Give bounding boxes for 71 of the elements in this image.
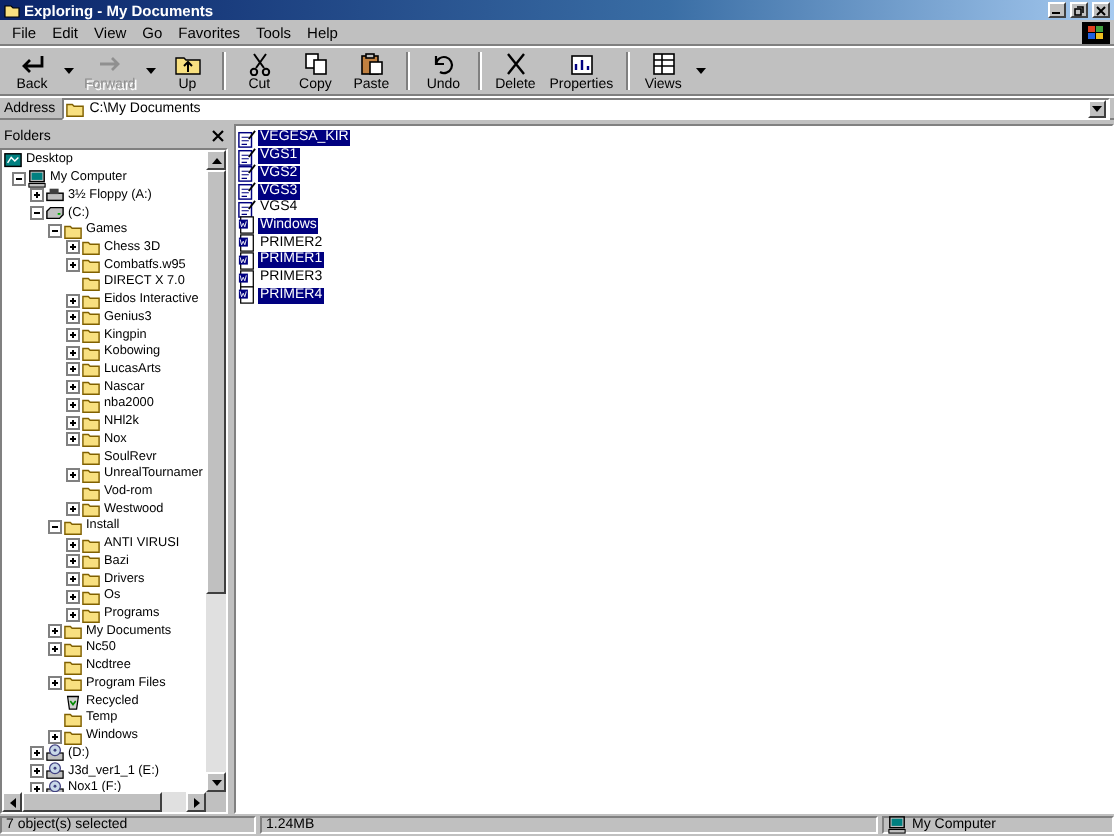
scroll-up-button[interactable] [206,150,226,170]
scrollbar-corner [206,792,226,812]
caret-icon [1092,105,1102,111]
copy-icon [301,52,330,76]
expand-icon[interactable] [66,467,80,482]
collapse-icon[interactable] [48,519,62,534]
expand-icon[interactable] [66,293,80,308]
expand-icon[interactable] [66,310,80,325]
computer-icon [28,169,46,188]
close-button[interactable] [1092,2,1110,18]
expand-icon[interactable] [30,746,44,761]
expand-icon[interactable] [66,397,80,412]
minimize-icon [1052,6,1062,14]
scroll-left-button[interactable] [2,792,22,812]
expand-icon[interactable] [66,345,80,360]
collapse-icon[interactable] [12,171,26,186]
minimize-button[interactable] [1048,2,1066,18]
delete-x-icon [501,52,530,76]
undo-arrow-icon [429,52,458,76]
clipboard-icon [357,52,386,76]
collapse-icon[interactable] [30,206,44,221]
cd-drive-icon [46,744,64,763]
expand-icon[interactable] [66,502,80,517]
expand-icon[interactable] [66,362,80,377]
scissors-icon [245,52,274,76]
back-arrow-icon [18,52,46,76]
expand-icon[interactable] [66,607,80,622]
windows-logo [1082,21,1110,43]
folder-up-icon [173,52,202,76]
right-arrow-icon [193,797,199,807]
close-icon[interactable] [212,130,224,142]
folder-icon [4,3,20,17]
horizontal-scrollbar[interactable] [2,792,206,812]
expand-icon[interactable] [66,589,80,604]
expand-icon[interactable] [66,554,80,569]
scroll-thumb[interactable] [206,170,226,594]
restore-icon [1074,5,1084,15]
properties-icon [567,52,596,76]
dropdown-caret-icon[interactable] [695,68,706,74]
restore-button[interactable] [1070,2,1088,18]
hard-drive-icon [46,204,64,223]
dropdown-button[interactable] [1088,99,1106,117]
down-arrow-icon [211,779,221,785]
up-arrow-icon [211,157,221,163]
expand-icon[interactable] [48,624,62,639]
folder-icon [65,99,84,117]
expand-icon[interactable] [66,380,80,395]
expand-icon[interactable] [66,432,80,447]
expand-icon[interactable] [48,676,62,691]
dropdown-caret-icon[interactable] [64,68,74,74]
expand-icon[interactable] [66,537,80,552]
left-arrow-icon [9,797,15,807]
expand-icon[interactable] [66,328,80,343]
expand-icon[interactable] [30,188,44,203]
expand-icon[interactable] [66,258,80,273]
recycle-bin-icon [64,692,82,711]
expand-icon[interactable] [48,729,62,744]
views-grid-icon [649,52,678,76]
scroll-down-button[interactable] [206,772,226,792]
expand-icon[interactable] [66,572,80,587]
expand-icon[interactable] [30,764,44,779]
expand-icon[interactable] [66,415,80,430]
vertical-scrollbar[interactable] [206,150,226,792]
floppy-drive-icon [46,186,64,205]
scroll-right-button[interactable] [186,792,206,812]
collapse-icon[interactable] [48,223,62,238]
forward-arrow-icon [95,52,124,76]
scroll-thumb[interactable] [22,792,162,812]
expand-icon[interactable] [66,240,80,255]
close-icon [1096,5,1106,15]
expand-icon[interactable] [48,641,62,656]
